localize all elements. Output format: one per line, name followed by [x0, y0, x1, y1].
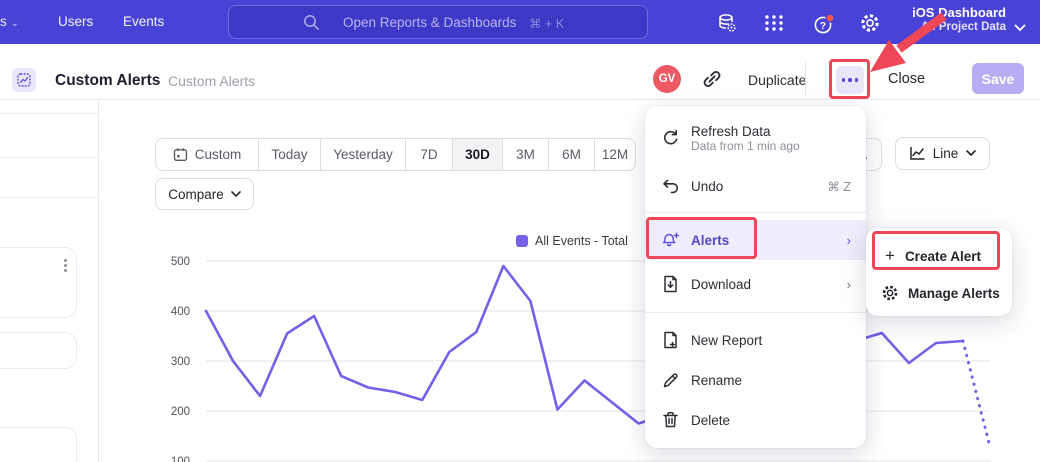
- legend-label: All Events - Total: [535, 234, 628, 248]
- chevron-down-icon: ⌄: [11, 18, 19, 29]
- nav-item-partial[interactable]: s ⌄: [0, 14, 19, 29]
- divider: [805, 62, 806, 96]
- left-sidebar: [0, 100, 99, 462]
- data-management-icon[interactable]: [716, 12, 738, 34]
- breadcrumb[interactable]: Custom Alerts: [168, 73, 255, 89]
- app-window: s ⌄ Users Events Open Reports & Dashboar…: [0, 0, 1040, 462]
- settings-gear-icon[interactable]: [859, 12, 881, 34]
- save-button[interactable]: Save: [972, 63, 1024, 94]
- menu-item-refresh-data[interactable]: Refresh Data Data from 1 min ago: [645, 116, 866, 160]
- gear-icon: [881, 284, 899, 302]
- pencil-icon: [662, 371, 680, 389]
- kebab-menu-icon[interactable]: [64, 259, 67, 272]
- submenu-item-create-alert[interactable]: + Create Alert: [866, 238, 1012, 274]
- range-12m[interactable]: 12M: [595, 139, 635, 170]
- divider: [645, 312, 866, 313]
- range-30d-selected[interactable]: 30D: [453, 139, 503, 170]
- search-shortcut: ⌘ + K: [529, 16, 564, 31]
- range-6m[interactable]: 6M: [549, 139, 595, 170]
- svg-text:400: 400: [171, 306, 190, 318]
- duplicate-button[interactable]: Duplicate: [748, 72, 806, 88]
- chart-type-button[interactable]: Line: [895, 137, 990, 170]
- svg-text:300: 300: [171, 356, 190, 368]
- svg-text:500: 500: [171, 256, 190, 268]
- calendar-icon: [173, 147, 188, 162]
- range-yesterday[interactable]: Yesterday: [321, 139, 406, 170]
- submenu-chevron-icon: ›: [847, 233, 851, 248]
- submenu-item-manage-alerts[interactable]: Manage Alerts: [866, 276, 1012, 310]
- alerts-submenu: + Create Alert Manage Alerts: [866, 228, 1012, 316]
- menu-item-download[interactable]: Download ›: [645, 264, 866, 304]
- undo-icon: [662, 178, 680, 194]
- undo-shortcut: ⌘ Z: [827, 179, 851, 194]
- menu-item-new-report[interactable]: New Report: [645, 320, 866, 360]
- sidebar-card[interactable]: [0, 332, 77, 369]
- divider: [0, 197, 98, 198]
- menu-item-delete[interactable]: Delete: [645, 400, 866, 440]
- date-range-control: Custom Today Yesterday 7D 30D 3M 6M 12M: [155, 138, 636, 171]
- sidebar-card[interactable]: [0, 247, 77, 318]
- context-menu: Refresh Data Data from 1 min ago Undo ⌘ …: [645, 106, 866, 448]
- chevron-down-icon: [231, 191, 241, 198]
- range-3m[interactable]: 3M: [503, 139, 549, 170]
- sidebar-card[interactable]: [0, 427, 77, 462]
- share-link-icon[interactable]: [702, 69, 722, 94]
- nav-item-users[interactable]: Users: [58, 14, 93, 29]
- chevron-down-icon: [1014, 19, 1026, 37]
- menu-item-alerts[interactable]: Alerts ›: [645, 220, 866, 260]
- svg-text:200: 200: [171, 406, 190, 418]
- menu-item-rename[interactable]: Rename: [645, 360, 866, 400]
- download-icon: [662, 275, 680, 293]
- submenu-chevron-icon: ›: [847, 277, 851, 292]
- avatar[interactable]: GV: [653, 65, 681, 93]
- compare-button[interactable]: Compare: [155, 178, 254, 210]
- divider: [0, 113, 98, 114]
- apps-grid-icon[interactable]: [763, 12, 785, 34]
- plus-icon: +: [885, 246, 895, 266]
- trash-icon: [662, 411, 680, 429]
- divider: [645, 212, 866, 213]
- project-name: iOS Dashboard: [906, 5, 1006, 21]
- project-switcher[interactable]: iOS Dashboard All Project Data: [906, 5, 1026, 39]
- nav-item-events[interactable]: Events: [123, 14, 164, 29]
- refresh-icon: [662, 129, 680, 147]
- project-scope: All Project Data: [906, 21, 1006, 34]
- chevron-down-icon: [966, 150, 976, 157]
- report-chart-icon: [12, 68, 36, 92]
- search-placeholder: Open Reports & Dashboards: [343, 15, 516, 30]
- menu-item-undo[interactable]: Undo ⌘ Z: [645, 168, 866, 204]
- line-chart-icon: [909, 146, 925, 161]
- global-search-input[interactable]: Open Reports & Dashboards ⌘ + K: [228, 5, 648, 39]
- search-icon: [303, 14, 320, 36]
- svg-text:100: 100: [171, 456, 190, 462]
- new-report-icon: [662, 331, 680, 349]
- report-header: Custom Alerts Custom Alerts GV Duplicate…: [0, 44, 1040, 100]
- range-today[interactable]: Today: [259, 139, 321, 170]
- svg-text:?: ?: [820, 20, 826, 32]
- page-title: Custom Alerts: [55, 72, 160, 90]
- chart-legend[interactable]: All Events - Total: [516, 234, 628, 248]
- alert-bell-plus-icon: [662, 231, 680, 249]
- legend-swatch: [516, 235, 528, 247]
- top-nav-bar: s ⌄ Users Events Open Reports & Dashboar…: [0, 0, 1040, 44]
- menu-item-subtext: Data from 1 min ago: [691, 139, 800, 153]
- help-icon[interactable]: ?: [812, 12, 834, 34]
- more-options-button[interactable]: [836, 66, 864, 94]
- range-7d[interactable]: 7D: [406, 139, 453, 170]
- divider: [0, 157, 98, 158]
- range-custom[interactable]: Custom: [156, 139, 259, 170]
- close-button[interactable]: Close: [888, 71, 925, 87]
